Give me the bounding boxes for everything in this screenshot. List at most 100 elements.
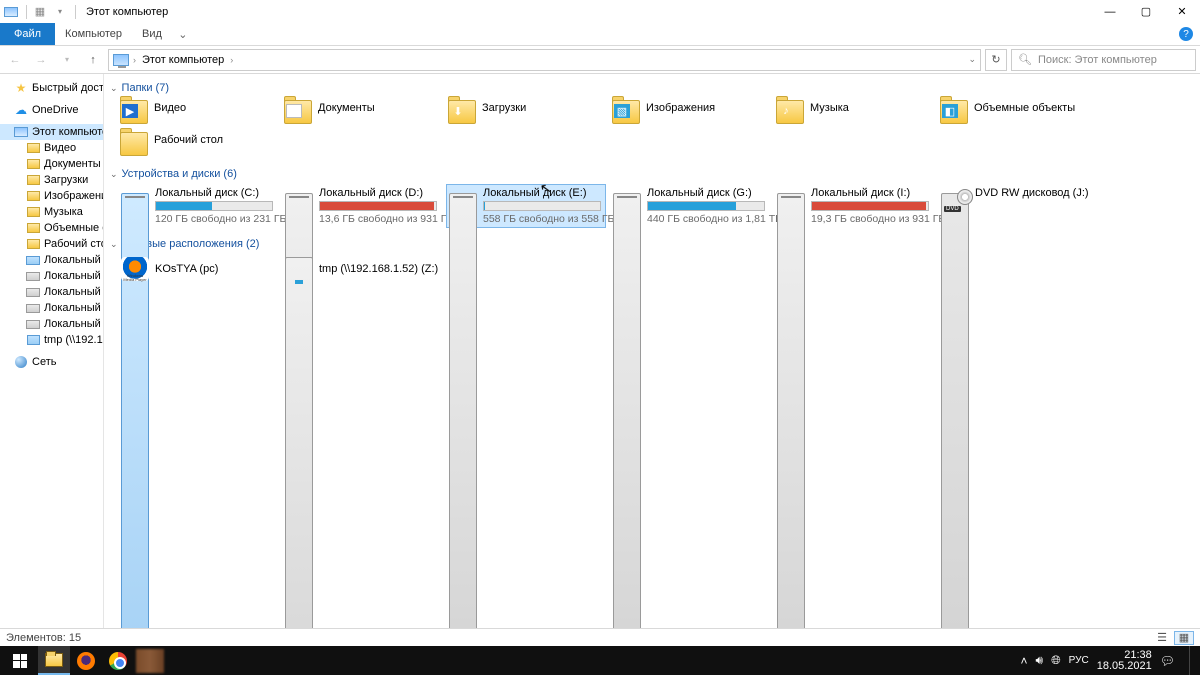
folder-item[interactable]: ♪Музыка: [774, 98, 934, 126]
chevron-right-icon[interactable]: ›: [133, 55, 136, 65]
sidebar-item-onedrive[interactable]: ☁ OneDrive: [0, 102, 103, 118]
sidebar-item[interactable]: Изображения: [0, 188, 103, 204]
search-input[interactable]: 🔍︎ Поиск: Этот компьютер: [1011, 49, 1196, 71]
drive-item[interactable]: Локальный диск (G:)440 ГБ свободно из 1,…: [610, 184, 770, 228]
breadcrumb-thispc[interactable]: Этот компьютер: [140, 54, 226, 66]
sidebar-item-quick-access[interactable]: ★ Быстрый доступ: [0, 80, 103, 96]
sidebar-item-label: Музыка: [44, 206, 83, 218]
address-dropdown-icon[interactable]: ⌄: [968, 54, 976, 65]
taskbar: ˄ 🔊︎ 🌐︎ РУС 21:38 18.05.2021 💬︎: [0, 646, 1200, 675]
folder-item[interactable]: ◧Объемные объекты: [938, 98, 1098, 126]
sidebar-item-label: OneDrive: [32, 104, 78, 116]
section-header-network[interactable]: ⌄ Сетевые расположения (2): [110, 234, 1194, 252]
taskbar-app-blurred[interactable]: [134, 646, 166, 675]
firefox-icon: [77, 652, 95, 670]
drive-icon: [26, 270, 40, 282]
view-tiles-button[interactable]: ▦: [1174, 631, 1194, 645]
sidebar-item-label: Локальный диск (G: [44, 302, 104, 314]
content-pane: ⌄ Папки (7) ▶Видео≡ Документы ⬇Загрузки▧Из…: [104, 74, 1200, 628]
drive-icon: DVD: [941, 193, 969, 213]
sidebar-item-label: Видео: [44, 142, 76, 154]
tray-clock[interactable]: 21:38 18.05.2021: [1097, 650, 1152, 672]
sidebar-item[interactable]: tmp (\\192.168.1.52: [0, 332, 103, 348]
sidebar-item[interactable]: Локальный диск (I:: [0, 316, 103, 332]
qat-pc-icon[interactable]: [2, 3, 20, 21]
taskbar-firefox[interactable]: [70, 646, 102, 675]
ribbon-tab-view[interactable]: Вид: [132, 23, 172, 45]
sidebar-item[interactable]: Музыка: [0, 204, 103, 220]
tray-language[interactable]: РУС: [1069, 655, 1089, 666]
drive-item[interactable]: Локальный диск (D:)13,6 ГБ свободно из 9…: [282, 184, 442, 228]
folder-item[interactable]: ⬇Загрузки: [446, 98, 606, 126]
nav-back-button[interactable]: ←: [4, 49, 26, 71]
section-title: Папки (7): [122, 82, 169, 94]
drive-name: Локальный диск (D:): [319, 187, 439, 199]
folder-item[interactable]: ▧Изображения: [610, 98, 770, 126]
app-icon: [136, 649, 164, 673]
usage-bar: [647, 201, 765, 211]
folder-item[interactable]: ▶Видео: [118, 98, 278, 126]
usage-bar: [155, 201, 273, 211]
drive-item[interactable]: Локальный диск (C:)120 ГБ свободно из 23…: [118, 184, 278, 228]
network-item[interactable]: KOsTYA (pc): [118, 254, 278, 284]
address-bar[interactable]: › Этот компьютер › ⌄: [108, 49, 981, 71]
taskbar-chrome[interactable]: [102, 646, 134, 675]
nav-forward-button[interactable]: →: [30, 49, 52, 71]
sidebar-item[interactable]: Локальный диск (D: [0, 268, 103, 284]
ribbon-file-tab[interactable]: Файл: [0, 23, 55, 45]
chevron-right-icon[interactable]: ›: [230, 55, 233, 65]
folder-item[interactable]: Рабочий стол: [118, 130, 278, 158]
nav-recent-button[interactable]: ▾: [56, 49, 78, 71]
network-drive-icon: [26, 334, 40, 346]
minimize-button[interactable]: —: [1092, 1, 1128, 23]
folder-item[interactable]: ≡ Документы: [282, 98, 442, 126]
sidebar-item-label: Рабочий стол: [44, 238, 104, 250]
nav-up-button[interactable]: ↑: [82, 49, 104, 71]
sidebar-item[interactable]: Локальный диск (E: [0, 284, 103, 300]
taskbar-explorer[interactable]: [38, 646, 70, 675]
sidebar-item[interactable]: Объемные объекты: [0, 220, 103, 236]
sidebar-item[interactable]: Загрузки: [0, 172, 103, 188]
section-header-drives[interactable]: ⌄ Устройства и диски (6): [110, 164, 1194, 182]
sidebar-item-label: tmp (\\192.168.1.52: [44, 334, 104, 346]
ribbon-expand-button[interactable]: ⌄: [172, 23, 194, 45]
ribbon-tab-computer[interactable]: Компьютер: [55, 23, 132, 45]
show-desktop-button[interactable]: [1189, 646, 1194, 675]
folder-icon: ≡: [284, 100, 312, 124]
refresh-button[interactable]: ↻: [985, 49, 1007, 71]
maximize-button[interactable]: ▢: [1128, 1, 1164, 23]
tray-overflow-icon[interactable]: ˄: [1020, 654, 1027, 668]
view-details-button[interactable]: ☰: [1152, 631, 1172, 645]
drive-free-space: 120 ГБ свободно из 231 ГБ: [155, 213, 275, 225]
qat-properties-icon[interactable]: ▦: [31, 3, 49, 21]
sidebar-item[interactable]: Локальный диск (G: [0, 300, 103, 316]
network-drive-icon: [285, 257, 313, 281]
qat-dropdown-icon[interactable]: ▾: [51, 3, 69, 21]
sidebar-item-label: Сеть: [32, 356, 56, 368]
sidebar-item[interactable]: Рабочий стол: [0, 236, 103, 252]
tray-volume-icon[interactable]: 🔊︎: [1036, 653, 1044, 668]
close-button[interactable]: ✕: [1164, 1, 1200, 23]
help-button[interactable]: ?: [1178, 23, 1200, 45]
folder-label: Видео: [154, 100, 186, 114]
drive-item[interactable]: Локальный диск (I:)19,3 ГБ свободно из 9…: [774, 184, 934, 228]
drive-icon: [26, 302, 40, 314]
section-header-folders[interactable]: ⌄ Папки (7): [110, 78, 1194, 96]
drive-item[interactable]: DVDDVD RW дисковод (J:): [938, 184, 1098, 228]
sidebar-item[interactable]: Видео: [0, 140, 103, 156]
title-bar: ▦ ▾ Этот компьютер — ▢ ✕: [0, 0, 1200, 23]
usage-bar: [811, 201, 929, 211]
sidebar-item-this-pc[interactable]: Этот компьютер: [0, 124, 103, 140]
tray-notifications-icon[interactable]: 💬︎: [1160, 654, 1175, 668]
sidebar-item-label: Локальный диск (C: [44, 254, 104, 266]
sidebar-item[interactable]: Локальный диск (C: [0, 252, 103, 268]
start-button[interactable]: [2, 646, 38, 675]
network-item[interactable]: tmp (\\192.168.1.52) (Z:): [282, 254, 442, 284]
sidebar-item[interactable]: Документы: [0, 156, 103, 172]
drive-item[interactable]: Локальный диск (E:)558 ГБ свободно из 55…: [446, 184, 606, 228]
folder-label: Документы: [318, 100, 375, 114]
folder-icon: [26, 238, 40, 250]
sidebar-item-network[interactable]: Сеть: [0, 354, 103, 370]
tray-network-icon[interactable]: 🌐︎: [1051, 653, 1061, 668]
folder-icon: [45, 653, 63, 667]
